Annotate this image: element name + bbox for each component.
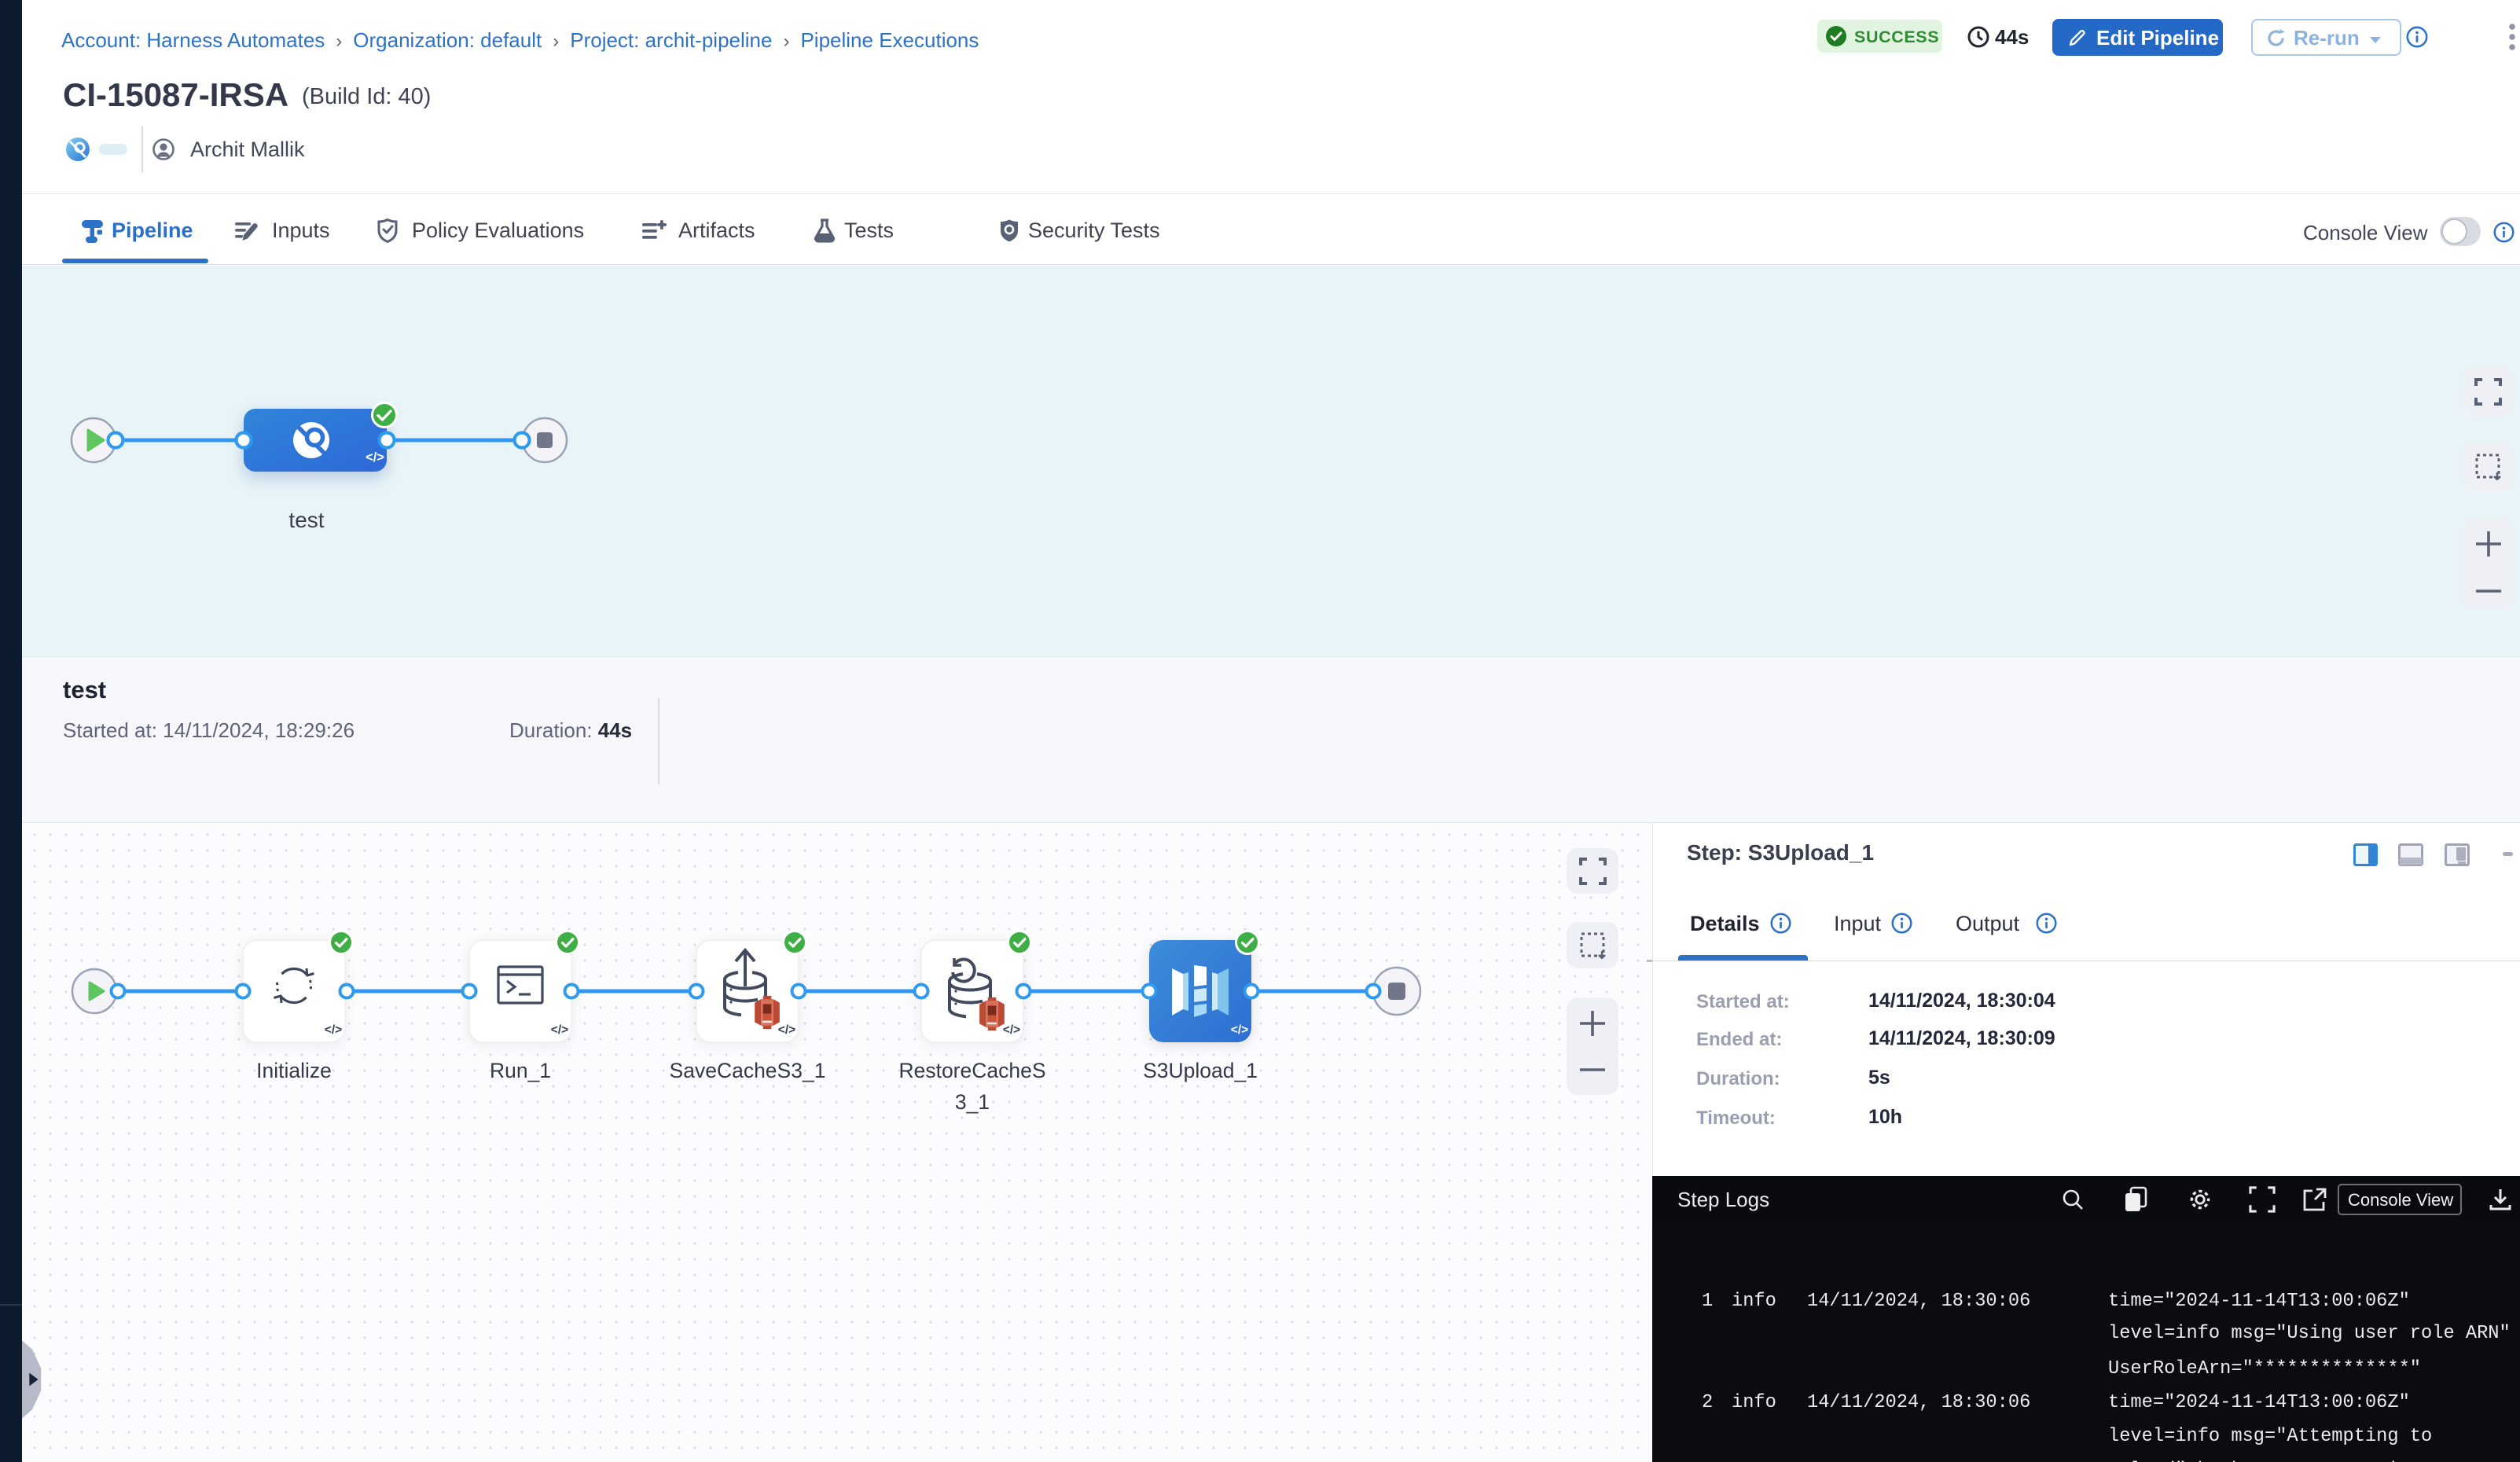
svg-text:</>: </>: [778, 1023, 795, 1037]
svg-text:RestoreCacheS: RestoreCacheS: [898, 1059, 1045, 1082]
svg-text:S3Upload_1: S3Upload_1: [1143, 1059, 1258, 1082]
svg-text:Run_1: Run_1: [490, 1059, 551, 1082]
svg-text:Initialize: Initialize: [256, 1059, 332, 1082]
svg-text:3_1: 3_1: [955, 1090, 990, 1114]
svg-text:</>: </>: [551, 1023, 568, 1037]
svg-text:SaveCacheS3_1: SaveCacheS3_1: [670, 1059, 826, 1082]
svg-text:</>: </>: [325, 1023, 342, 1037]
svg-text:</>: </>: [366, 450, 384, 465]
svg-text:test: test: [288, 508, 324, 532]
svg-text:</>: </>: [1231, 1023, 1248, 1037]
svg-text:</>: </>: [1003, 1023, 1020, 1037]
